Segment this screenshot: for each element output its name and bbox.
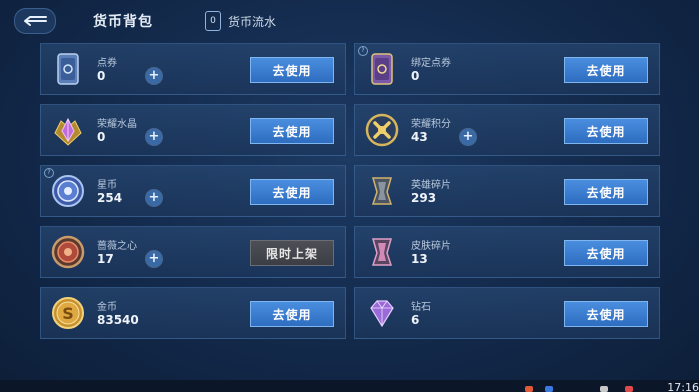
page-title: 货币背包 (93, 14, 153, 30)
currency-label: 金币 (97, 302, 117, 313)
currency-value: 13 (411, 252, 428, 266)
svg-text:S: S (62, 304, 74, 323)
add-star-coin-button[interactable]: + (146, 190, 162, 206)
currency-value: 0 (97, 130, 106, 144)
use-ticket-button[interactable]: 去使用 (250, 57, 334, 83)
ticket-card-icon (57, 53, 79, 85)
glory-points-icon (365, 113, 399, 147)
currency-label: 绑定点券 (411, 58, 451, 69)
currency-label: 皮肤碎片 (411, 241, 451, 252)
currency-label: 钻石 (411, 302, 431, 313)
add-glory-crystal-button[interactable]: + (146, 129, 162, 145)
back-button[interactable] (14, 8, 56, 34)
use-diamond-button[interactable]: 去使用 (564, 301, 648, 327)
bound-ticket-card-icon (371, 53, 393, 85)
use-gold-coin-button[interactable]: 去使用 (250, 301, 334, 327)
currency-card-gold-coin: S 金币 83540 去使用 (40, 287, 346, 339)
use-star-coin-button[interactable]: 去使用 (250, 179, 334, 205)
currency-value: 0 (97, 69, 106, 83)
currency-value: 17 (97, 252, 114, 266)
back-arrow-icon (24, 16, 47, 26)
tray-app-icon[interactable] (600, 386, 608, 392)
currency-card-diamond: 钻石 6 去使用 (354, 287, 660, 339)
gold-coin-icon: S (52, 297, 84, 329)
use-glory-points-button[interactable]: 去使用 (564, 118, 648, 144)
skin-fragment-icon (371, 238, 393, 266)
currency-value: 83540 (97, 313, 139, 327)
top-bar: 货币背包 0 货币流水 (0, 0, 699, 40)
currency-label: 英雄碎片 (411, 180, 451, 191)
ledger-icon: 0 (205, 11, 221, 31)
currency-card-star-coin: ? 星币 254 + 去使用 (40, 165, 346, 217)
system-taskbar (0, 380, 699, 392)
currency-card-ticket: 点券 0 + 去使用 (40, 43, 346, 95)
use-bound-ticket-button[interactable]: 去使用 (564, 57, 648, 83)
star-coin-icon (52, 175, 84, 207)
diamond-icon (370, 300, 394, 328)
add-ticket-button[interactable]: + (146, 68, 162, 84)
tray-app-icon[interactable] (625, 386, 633, 392)
currency-card-bound-ticket: ? 绑定点券 0 去使用 (354, 43, 660, 95)
currency-value: 293 (411, 191, 437, 205)
add-rose-heart-button[interactable]: + (146, 251, 162, 267)
rose-heart-icon (51, 235, 85, 269)
glory-crystal-icon (54, 117, 82, 146)
currency-label: 点券 (97, 58, 117, 69)
currency-label: 星币 (97, 180, 117, 191)
currency-flow-link[interactable]: 0 货币流水 (205, 10, 276, 32)
currency-card-glory-points: 荣耀积分 43 + 去使用 (354, 104, 660, 156)
currency-flow-label: 货币流水 (228, 14, 277, 29)
currency-value: 43 (411, 130, 428, 144)
currency-card-hero-fragment: 英雄碎片 293 去使用 (354, 165, 660, 217)
currency-value: 6 (411, 313, 420, 327)
currency-card-rose-heart: 蔷薇之心 17 + 限时上架 (40, 226, 346, 278)
use-skin-fragment-button[interactable]: 去使用 (564, 240, 648, 266)
currency-card-glory-crystal: 荣耀水晶 0 + 去使用 (40, 104, 346, 156)
use-glory-crystal-button[interactable]: 去使用 (250, 118, 334, 144)
currency-label: 荣耀水晶 (97, 119, 137, 130)
currency-card-skin-fragment: 皮肤碎片 13 去使用 (354, 226, 660, 278)
currency-value: 0 (411, 69, 420, 83)
tray-app-icon[interactable] (525, 386, 533, 392)
use-hero-fragment-button[interactable]: 去使用 (564, 179, 648, 205)
add-glory-points-button[interactable]: + (460, 129, 476, 145)
currency-label: 荣耀积分 (411, 119, 451, 130)
hero-fragment-icon (371, 177, 393, 205)
currency-value: 254 (97, 191, 123, 205)
currency-label: 蔷薇之心 (97, 241, 137, 252)
tray-app-icon[interactable] (545, 386, 553, 392)
system-clock: 17:16 (667, 381, 699, 392)
limited-release-button[interactable]: 限时上架 (250, 240, 334, 266)
